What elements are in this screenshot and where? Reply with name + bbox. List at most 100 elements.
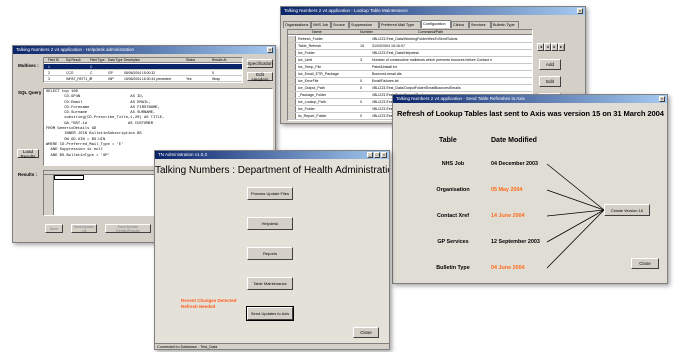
helpdesk-window-title: Talking Numbers 2 v4 application - Helpd… — [16, 47, 135, 52]
tab-label: Bulletin Type — [493, 23, 515, 27]
tab-label: Configuration — [423, 22, 446, 26]
multisec-col-header: Description — [124, 58, 140, 62]
table-row[interactable]: ice_Temp_File Paint&Install.txt — [288, 64, 532, 71]
save-update-details-button[interactable]: Save/Update Details/Results — [105, 224, 151, 233]
multisec-cell: Yes — [186, 77, 192, 81]
config-name-cell: ice_Lookup_Path — [298, 100, 326, 104]
config-name-cell: ice_Output_Path — [298, 86, 325, 90]
table-row[interactable]: ice_Email_ETR_Package Bounced.email.dts — [288, 71, 532, 78]
close-icon[interactable]: × — [659, 96, 665, 102]
config-path-cell: Paint&Install.txt — [372, 65, 397, 69]
table-name: NHS Job — [441, 161, 465, 167]
table-row[interactable]: ice_ErrorFile 0 EmailFailures.txt — [288, 78, 532, 85]
lookup-grid-header: Name Number Command/Path — [288, 30, 532, 35]
refresh-window-titlebar: Talking Numbers 2 v4 application - Send … — [393, 95, 667, 103]
multisec-cell: 3 — [48, 77, 50, 81]
config-name-cell: ice_Temp_File — [298, 65, 322, 69]
tab-label: Source — [333, 23, 346, 27]
date-modified: 12 September 2003 — [491, 239, 540, 245]
tab-suppression[interactable]: Suppression — [349, 21, 379, 28]
connector-line — [546, 209, 605, 243]
tab-services[interactable]: Services — [469, 21, 491, 28]
sql-query-label: SQL Query : — [18, 90, 45, 95]
results-active-cell[interactable] — [54, 175, 84, 180]
table-row[interactable]: Refresh_Folder \\BLIZZ1\Test_Data\Working… — [288, 36, 532, 43]
save-update-list-button[interactable]: Save/Update Lst — [71, 224, 97, 233]
config-path-cell: 31/03/2004 15:16:07 — [372, 44, 405, 48]
multisec-cell: 15/06/2004 16:30:44 precedent — [124, 77, 172, 81]
table-row[interactable]: ice_Limit 3 Number of consecutive mailshot… — [288, 57, 532, 64]
lookup-col-number: Number — [360, 30, 373, 34]
tab-clinics[interactable]: Clinics — [451, 21, 469, 28]
table-name: GP Services — [437, 239, 469, 245]
helpdesk-window-titlebar: Talking Numbers 2 v4 application - Helpd… — [13, 46, 275, 54]
multisec-cell: INPAT_PATT1_G — [66, 77, 92, 81]
close-icon[interactable]: × — [267, 47, 273, 53]
tab-bulletin-type[interactable]: Bulletin Type — [491, 21, 519, 28]
process-update-files-button[interactable]: Process Update Files — [247, 187, 293, 200]
config-number-cell: 15 — [360, 44, 364, 48]
edit-button[interactable]: Edit — [539, 76, 561, 87]
helpdesk-button[interactable]: Helpdesk — [247, 217, 293, 230]
table-maintenance-button[interactable]: Table Maintenance — [247, 277, 293, 290]
previous-record-button[interactable]: ◄ — [544, 43, 551, 51]
refresh-heading: Refresh of Lookup Tables last sent to Ax… — [397, 109, 664, 118]
first-record-button[interactable]: |◄ — [537, 43, 544, 51]
table-row[interactable]: 3 INPAT_PATT1_G P INP 15/06/2004 16:30:44 pr… — [44, 76, 242, 82]
row-selector — [288, 57, 296, 63]
maximize-icon[interactable]: □ — [374, 152, 380, 158]
tab-preferred-mail-type[interactable]: Preferred Mail Type — [379, 21, 421, 28]
config-path-cell: EmailFailures.txt — [372, 79, 399, 83]
minimize-icon[interactable]: _ — [367, 152, 373, 158]
close-icon[interactable]: × — [577, 8, 583, 14]
save-button[interactable]: Save — [45, 224, 63, 233]
last-record-button[interactable]: ►| — [558, 43, 565, 51]
config-number-cell: 0 — [360, 86, 362, 90]
send-updates-to-axis-button[interactable]: Send Updates to Axis — [246, 306, 294, 321]
row-selector — [288, 50, 296, 56]
connector-lines — [546, 163, 605, 269]
load-results-button[interactable]: Load Results — [17, 149, 39, 159]
dept-health-admin-window: TN Administration v1.0.3 _ □ × Talking N… — [154, 150, 390, 350]
recent-changes-warning: Recent Changes Detected — [181, 298, 237, 303]
next-record-button[interactable]: ► — [551, 43, 558, 51]
add-button[interactable]: Add — [539, 59, 561, 70]
table-row[interactable]: Table_Refresh 15 31/03/2004 15:16:07 — [288, 43, 532, 50]
date-modified: 14 June 2004 — [491, 213, 525, 219]
lookup-col-path: Command/Path — [418, 30, 443, 34]
specification-button[interactable]: Specification — [247, 59, 273, 68]
results-label: Results : — [18, 172, 38, 177]
tab-nhs-job[interactable]: NHS Job — [311, 21, 331, 28]
reports-button[interactable]: Reports — [247, 247, 293, 260]
row-selector — [288, 36, 296, 42]
tab-label: Suppression — [351, 23, 373, 27]
config-number-cell: 0 — [360, 79, 362, 83]
multisec-cell: Wrap — [212, 77, 221, 81]
lookup-window-title: Talking Numbers 2 v4 application - Looku… — [284, 8, 408, 13]
close-icon[interactable]: × — [381, 152, 387, 158]
create-version-button[interactable]: Create Version 16 — [604, 204, 650, 216]
table-row[interactable]: ice_Output_Path 0 \\BLIZZ1\Test_Data\Outpu… — [288, 85, 532, 92]
multisec-col-header: Results At — [212, 58, 227, 62]
close-button[interactable]: Close — [353, 327, 379, 338]
tab-source[interactable]: Source — [331, 21, 349, 28]
admin-heading: Talking Numbers : Department of Health A… — [155, 165, 390, 176]
close-button[interactable]: Close — [631, 258, 659, 269]
multisec-col-header: Field Type — [90, 58, 105, 62]
row-selector — [288, 92, 296, 98]
row-selector — [288, 99, 296, 105]
tab-organisations[interactable]: Organisations — [283, 21, 311, 28]
row-selector — [288, 78, 296, 84]
table-name: Bulletin Type — [436, 265, 470, 271]
table-row[interactable]: ice_Folder \\BLIZZ1\Test_Data\Helpdesk — [288, 50, 532, 57]
edit-headers-button[interactable]: Edit Headers — [247, 72, 273, 82]
config-path-cell: Bounced.email.dts — [372, 72, 402, 76]
tab-configuration[interactable]: Configuration — [421, 20, 451, 28]
row-selector — [288, 64, 296, 70]
config-name-cell: ice_Email_ETR_Package — [298, 72, 339, 76]
multisec-cell: INP — [108, 77, 114, 81]
config-name-cell: ice_Folder — [298, 51, 315, 55]
config-path-cell: Number of consecutive mailshots which pr… — [372, 58, 493, 62]
config-number-cell: 0 — [360, 100, 362, 104]
sql-query-text: SELECT top 100 CD.GP4N AS ID, CD.Email A… — [46, 90, 270, 159]
